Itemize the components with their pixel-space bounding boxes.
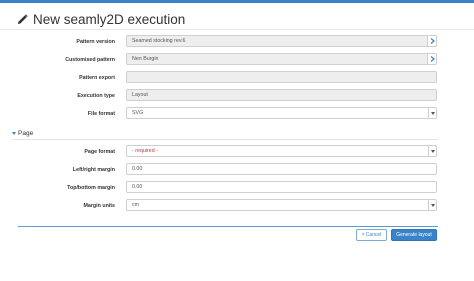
- file-format-row: File format SVG: [0, 107, 474, 121]
- tb-margin-value: 0.00: [132, 184, 143, 190]
- caret-down-icon: [431, 203, 435, 207]
- file-format-label: File format: [87, 111, 115, 117]
- generate-layout-button[interactable]: Generate layout: [391, 229, 437, 241]
- page-section-legend: Page: [18, 130, 34, 137]
- lr-margin-input[interactable]: 0.00: [126, 163, 437, 175]
- close-icon: ×: [361, 232, 365, 238]
- pattern-export-row: Pattern export: [0, 71, 474, 85]
- pattern-export-field: [126, 71, 437, 83]
- chevron-right-icon: [430, 38, 435, 44]
- pattern-version-label: Pattern version: [76, 39, 115, 45]
- lr-margin-label: Left/right margin: [72, 167, 115, 173]
- margin-units-row: Margin units cm: [0, 199, 474, 213]
- lr-margin-row: Left/right margin 0.00: [0, 163, 474, 177]
- customised-pattern-open-button[interactable]: [427, 53, 437, 65]
- file-format-value: SVG: [132, 110, 144, 116]
- page-header: New seamly2D execution: [17, 10, 185, 28]
- customised-pattern-label: Customised pattern: [65, 57, 115, 63]
- cancel-button[interactable]: × Cancel: [356, 229, 387, 241]
- page-format-label: Page format: [84, 149, 115, 155]
- caret-down-icon: [431, 111, 435, 115]
- customised-pattern-row: Customised pattern Nen Burgin: [0, 53, 474, 67]
- execution-type-row: Execution type Layout: [0, 89, 474, 103]
- margin-units-label: Margin units: [83, 203, 116, 209]
- tb-margin-input[interactable]: 0.00: [126, 181, 437, 193]
- pencil-icon: [17, 13, 28, 24]
- customised-pattern-value: Nen Burgin: [132, 56, 159, 62]
- caret-down-icon: [12, 132, 16, 135]
- pattern-version-open-button[interactable]: [427, 35, 437, 47]
- page-format-value: - required -: [132, 148, 158, 154]
- lr-margin-value: 0.00: [132, 166, 143, 172]
- caret-down-icon: [431, 149, 435, 153]
- customised-pattern-field: Nen Burgin: [126, 53, 437, 65]
- page-format-row: Page format - required -: [0, 145, 474, 159]
- page-title: New seamly2D execution: [33, 11, 186, 27]
- pattern-export-label: Pattern export: [79, 75, 115, 81]
- header-divider: [0, 29, 474, 30]
- file-format-dropdown-toggle[interactable]: [428, 107, 437, 119]
- execution-type-value: Layout: [132, 92, 148, 98]
- margin-units-value: cm: [132, 202, 140, 208]
- margin-units-dropdown-toggle[interactable]: [428, 199, 437, 211]
- execution-type-label: Execution type: [77, 93, 115, 99]
- page-section-toggle[interactable]: Page: [12, 130, 33, 137]
- chevron-right-icon: [430, 56, 435, 62]
- pattern-version-row: Pattern version Seamed stocking rev.6: [0, 35, 474, 49]
- cancel-button-label: Cancel: [365, 232, 382, 238]
- page-format-dropdown-toggle[interactable]: [428, 145, 437, 157]
- margin-units-select[interactable]: cm: [126, 199, 437, 211]
- page-format-select[interactable]: - required -: [126, 145, 437, 157]
- execution-type-field: Layout: [126, 89, 437, 101]
- tb-margin-row: Top/bottom margin 0.00: [0, 181, 474, 195]
- pattern-version-field: Seamed stocking rev.6: [126, 35, 437, 47]
- page-section-divider: [12, 139, 438, 140]
- tb-margin-label: Top/bottom margin: [67, 185, 115, 191]
- pattern-version-value: Seamed stocking rev.6: [132, 38, 186, 44]
- generate-layout-label: Generate layout: [396, 232, 432, 238]
- form-footer-divider: [18, 226, 438, 227]
- file-format-select[interactable]: SVG: [126, 107, 437, 119]
- top-accent-bar: [0, 0, 474, 3]
